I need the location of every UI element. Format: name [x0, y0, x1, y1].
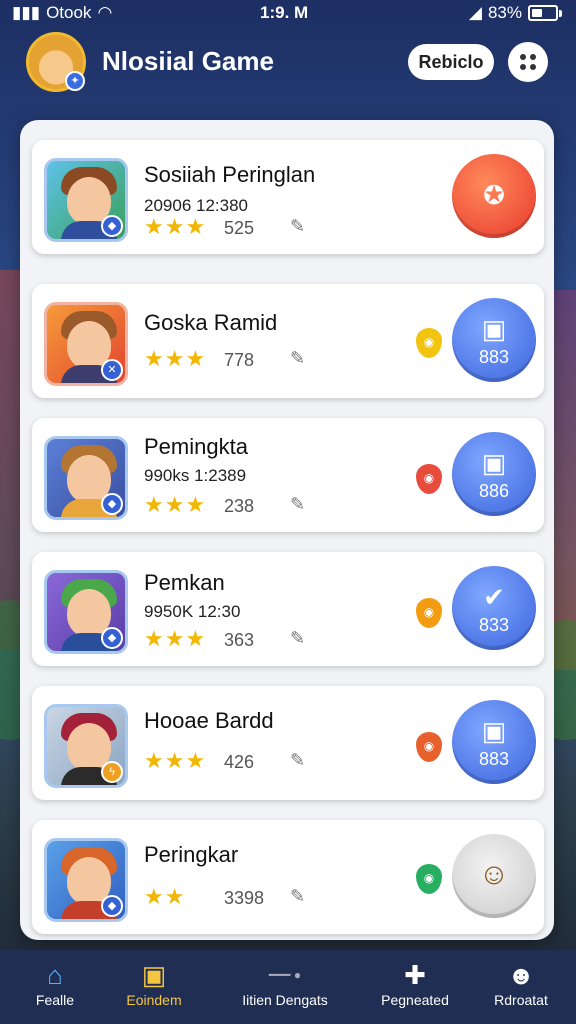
profile-button[interactable]: Rebiclo — [408, 44, 494, 80]
list-item[interactable]: ◆ Pemkan 9950K 12:30 ★★★ 363 ✎ ◉ ✔ 833 — [32, 552, 544, 666]
person-icon: ☻ — [507, 960, 535, 990]
battery-percent: 83% — [487, 3, 522, 22]
player-name: Peringkar — [144, 842, 239, 867]
shield-icon: ◆ — [101, 627, 123, 649]
wolf-icon: ✪ — [483, 180, 505, 210]
player-name: Hooae Bardd — [144, 708, 274, 733]
player-name: Sosiiah Peringlan — [144, 162, 316, 187]
nav-item-bag[interactable]: ▣ Eoindem — [99, 958, 209, 1008]
player-avatar: ✕ — [44, 302, 128, 386]
ticket-icon: ▣ — [481, 314, 507, 344]
dot-icon: ━━━ ● — [268, 968, 302, 982]
edit-icon[interactable]: ✎ — [290, 628, 305, 649]
star-rating: ★★ — [144, 884, 186, 909]
character-icon: ☺ — [478, 858, 510, 891]
player-name: Goska Ramid — [144, 310, 278, 335]
wifi-icon: ◠ — [97, 3, 113, 22]
nav-item-profile[interactable]: ☻ Rdroatat — [466, 958, 576, 1008]
score: 363 — [224, 630, 255, 650]
red-tag-icon: ◉ — [416, 464, 442, 494]
edit-icon[interactable]: ✎ — [290, 750, 305, 771]
player-avatar: ◆ — [44, 436, 128, 520]
edit-icon[interactable]: ✎ — [290, 494, 305, 515]
score: 525 — [224, 218, 255, 238]
list-item[interactable]: ϟ Hooae Bardd ★★★ 426 ✎ ◉ ▣ 883 — [32, 686, 544, 800]
score: 778 — [224, 350, 255, 370]
list-item[interactable]: ◆ Pemingkta 990ks 1:2389 ★★★ 238 ✎ ◉ ▣ 8… — [32, 418, 544, 532]
menu-dots-icon[interactable] — [508, 42, 548, 82]
edit-icon[interactable]: ✎ — [290, 216, 305, 237]
check-icon: ✔ — [483, 582, 505, 612]
lightning-icon: ϟ — [101, 761, 123, 783]
star-rating: ★★★ — [144, 214, 207, 239]
nav-item-puzzle[interactable]: ✚ Pegneated — [360, 958, 470, 1008]
star-rating: ★★★ — [144, 626, 207, 651]
shield-icon: ◆ — [101, 895, 123, 917]
star-rating: ★★★ — [144, 346, 207, 371]
ticket-button[interactable]: ▣ 883 — [452, 298, 536, 382]
bottom-nav: ⌂ Fealle ▣ Eoindem ━━━ ● Iitien Dengats … — [0, 950, 576, 1024]
player-name: Pemkan — [144, 570, 225, 595]
star-rating: ★★★ — [144, 492, 207, 517]
home-icon: ⌂ — [47, 960, 63, 990]
edit-icon[interactable]: ✎ — [290, 348, 305, 369]
player-stats: 9950K 12:30 — [144, 602, 241, 621]
player-stats: 20906 12:380 — [144, 196, 248, 215]
ticket-button[interactable]: ▣ 883 — [452, 700, 536, 784]
character-button[interactable]: ☺ — [452, 834, 536, 918]
ticket-icon: ▣ — [481, 448, 507, 478]
app-title: Nlosiial Game — [102, 46, 274, 76]
signal-icon: ▮▮▮ — [12, 3, 41, 22]
score: 238 — [224, 496, 255, 516]
orange-tag-icon: ◉ — [416, 732, 442, 762]
player-name: Pemingkta — [144, 434, 248, 459]
reward-button[interactable]: ✔ 833 — [452, 566, 536, 650]
player-avatar: ◆ — [44, 570, 128, 654]
shield-icon: ◆ — [101, 215, 123, 237]
orange-tag-icon: ◉ — [416, 598, 442, 628]
app-header: ✦ Nlosiial Game Rebiclo — [0, 28, 576, 98]
cross-icon: ✕ — [101, 359, 123, 381]
ticket-button[interactable]: ▣ 886 — [452, 432, 536, 516]
shield-icon: ◆ — [101, 493, 123, 515]
ranking-list: ◆ Sosiiah Peringlan 20906 12:380 ★★★ 525… — [20, 120, 554, 940]
nav-item-center[interactable]: ━━━ ● Iitien Dengats — [230, 958, 340, 1008]
status-bar: ▮▮▮ Otook ◠ 1:9. M ◢ 83% — [0, 0, 576, 26]
gold-tag-icon: ◉ — [416, 328, 442, 358]
player-avatar: ◆ — [44, 158, 128, 242]
edit-icon[interactable]: ✎ — [290, 886, 305, 907]
player-avatar: ◆ — [44, 838, 128, 922]
list-item[interactable]: ◆ Sosiiah Peringlan 20906 12:380 ★★★ 525… — [32, 140, 544, 254]
badge-icon: ✦ — [65, 71, 85, 91]
nav-item-home[interactable]: ⌂ Fealle — [0, 958, 110, 1008]
puzzle-icon: ✚ — [404, 960, 426, 990]
score: 3398 — [224, 888, 265, 908]
clock: 1:9. M — [260, 3, 309, 22]
battery-icon — [528, 5, 558, 21]
list-item[interactable]: ✕ Goska Ramid ★★★ 778 ✎ ◉ ▣ 883 — [32, 284, 544, 398]
carrier-label: Otook — [46, 3, 92, 22]
ticket-icon: ▣ — [481, 716, 507, 746]
cellular-icon: ◢ — [468, 3, 482, 22]
green-tag-icon: ◉ — [416, 864, 442, 894]
player-avatar: ϟ — [44, 704, 128, 788]
list-item[interactable]: ◆ Peringkar ★★ 3398 ✎ ◉ ☺ — [32, 820, 544, 934]
challenge-button[interactable]: ✪ — [452, 154, 536, 238]
score: 426 — [224, 752, 255, 772]
star-rating: ★★★ — [144, 748, 207, 773]
player-stats: 990ks 1:2389 — [144, 466, 247, 485]
game-logo-avatar[interactable]: ✦ — [26, 32, 86, 92]
bag-icon: ▣ — [141, 960, 167, 990]
